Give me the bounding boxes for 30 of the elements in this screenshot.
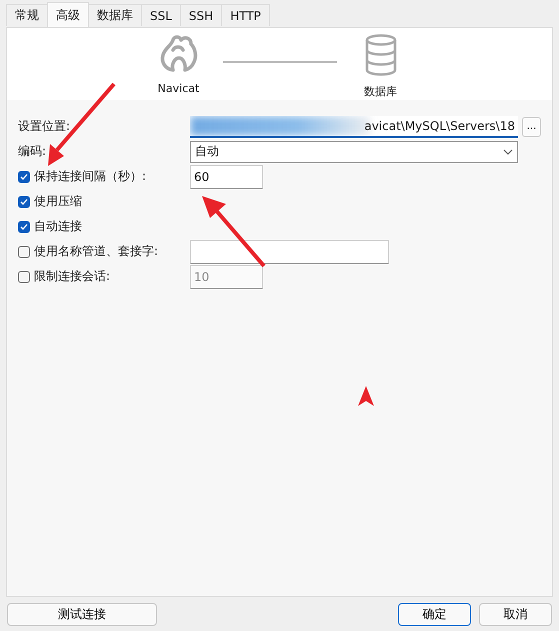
option-label: 保持连接间隔（秒）: [34, 168, 146, 185]
tab[interactable]: HTTP [221, 4, 270, 26]
option-label: 使用压缩 [34, 193, 82, 210]
chevron-down-icon [503, 148, 513, 154]
dialog-button[interactable]: 测试连接 [7, 603, 157, 626]
source-label: Navicat [158, 82, 200, 95]
database-icon [364, 34, 398, 76]
checkbox[interactable] [18, 196, 30, 208]
cursor-mark [358, 386, 374, 406]
checkbox[interactable] [18, 220, 30, 232]
option-label: 限制连接会话: [34, 268, 110, 285]
browse-button[interactable]: ... [522, 116, 541, 136]
option-label: 自动连接 [34, 218, 82, 235]
input-field[interactable]: 60 [190, 164, 263, 188]
checkbox[interactable] [18, 170, 30, 182]
encoding-dropdown[interactable]: 自动 [190, 140, 518, 162]
dialog-button[interactable]: 确定 [398, 603, 471, 626]
field-label: 编码: [18, 143, 48, 160]
tab[interactable]: 高级 [47, 2, 89, 27]
tab[interactable]: 常规 [6, 4, 48, 26]
path-field[interactable]: avicat\MySQL\Servers\18 [190, 116, 518, 138]
checkbox[interactable] [18, 246, 30, 258]
target-label: 数据库 [364, 84, 397, 99]
annotation-arrow [202, 196, 266, 268]
input-field[interactable] [190, 240, 389, 264]
navicat-logo-icon [158, 34, 198, 74]
dialog-button[interactable]: 取消 [479, 603, 552, 626]
option-label: 使用名称管道、套接字: [34, 243, 158, 260]
checkbox[interactable] [18, 270, 30, 282]
field-label: 设置位置: [18, 118, 72, 135]
